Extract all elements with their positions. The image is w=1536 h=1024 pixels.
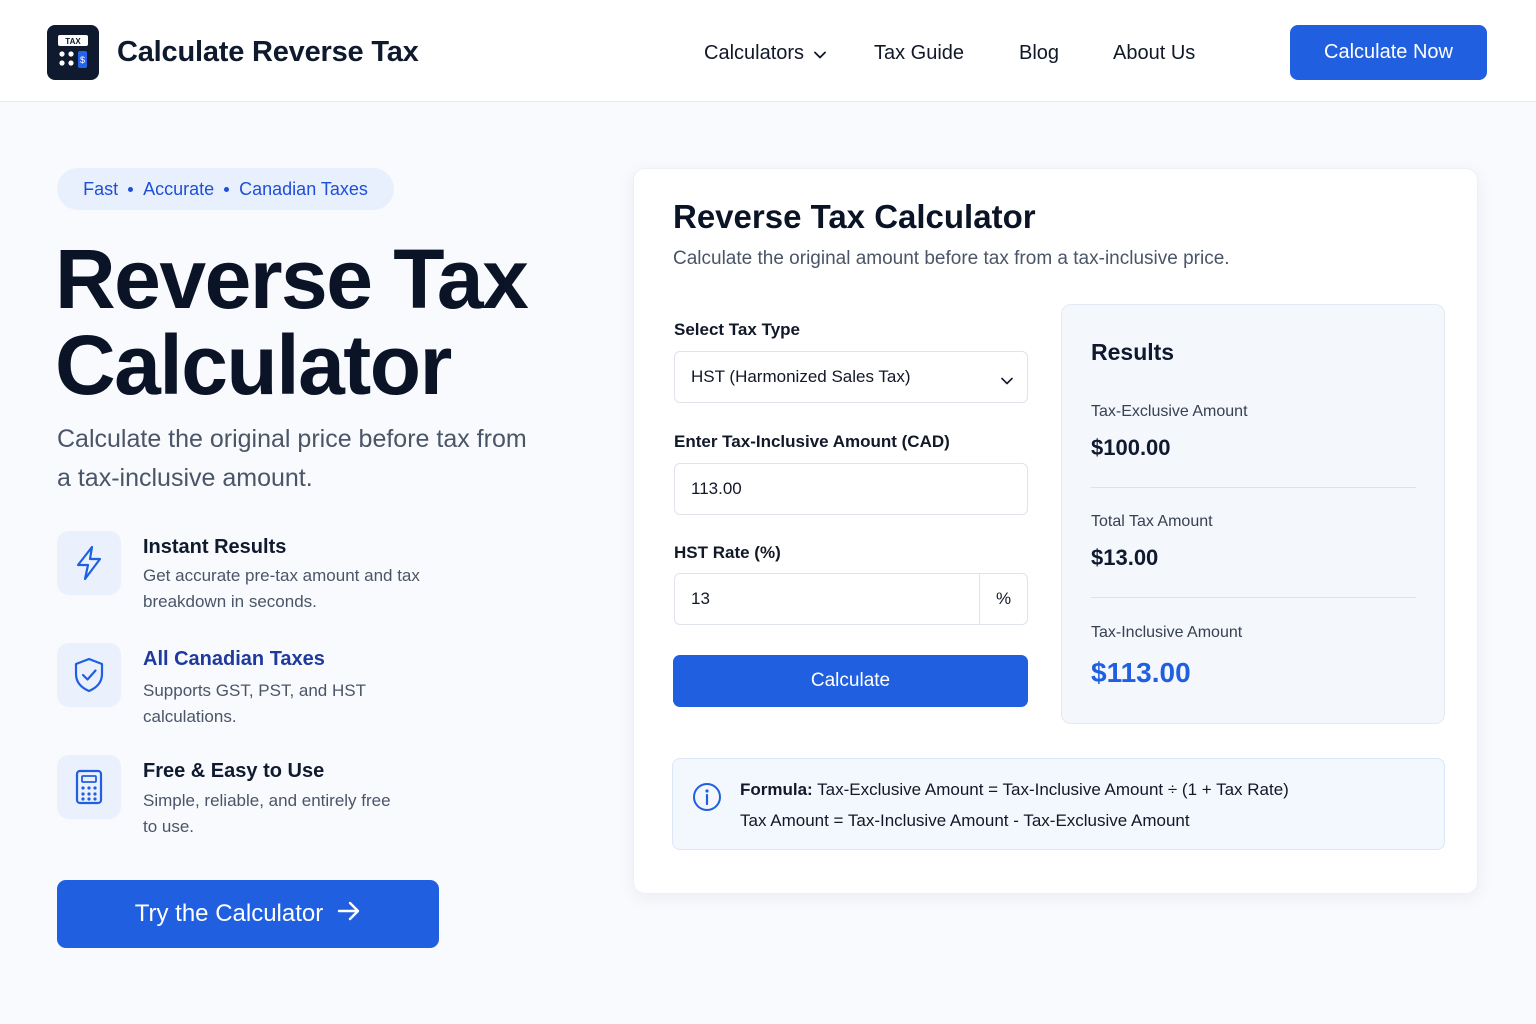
formula-line-1: Formula: Tax-Exclusive Amount = Tax-Incl… — [740, 780, 1289, 800]
inclusive-amount-label: Tax-Inclusive Amount — [1091, 624, 1243, 641]
amount-value: 113.00 — [691, 479, 742, 498]
feature-desc-line: Simple, reliable, and entirely free — [143, 791, 391, 810]
svg-text:$: $ — [80, 55, 85, 65]
rate-label: HST Rate (%) — [674, 543, 781, 562]
site-title[interactable]: Calculate Reverse Tax — [117, 36, 419, 69]
feature-desc-line: Supports GST, PST, and HST — [143, 681, 366, 700]
percent-suffix: % — [979, 574, 1027, 624]
formula-text-1: Tax-Exclusive Amount = Tax-Inclusive Amo… — [817, 780, 1289, 799]
lightning-icon — [57, 531, 121, 595]
calculate-button[interactable]: Calculate — [673, 655, 1028, 707]
hero-subtitle-line2: a tax-inclusive amount. — [57, 464, 313, 492]
calculator-subtitle: Calculate the original amount before tax… — [673, 248, 1230, 269]
amount-label: Enter Tax-Inclusive Amount (CAD) — [674, 432, 950, 451]
tax-amount-value: $13.00 — [1091, 545, 1159, 570]
nav-calculators[interactable]: Calculators — [704, 42, 826, 65]
badge-fast: Fast — [83, 178, 119, 199]
results-divider — [1091, 597, 1416, 598]
hero-subtitle-line1: Calculate the original price before tax … — [57, 425, 527, 453]
hero-title-line2: Calculator — [55, 318, 452, 412]
feature-badge: Fast Accurate Canadian Taxes — [57, 168, 394, 210]
calculator-icon — [57, 755, 121, 819]
exclusive-amount-value: $100.00 — [1091, 435, 1171, 460]
results-divider — [1091, 487, 1416, 488]
feature-desc-line: breakdown in seconds. — [143, 592, 317, 611]
feature-desc-canadian: Supports GST, PST, and HST calculations. — [143, 678, 463, 730]
rate-input[interactable]: 13 % — [674, 573, 1028, 625]
site-header: TAX $ Calculate Reverse Tax Calculators … — [0, 0, 1536, 102]
badge-dot — [128, 186, 134, 192]
shield-check-icon — [57, 643, 121, 707]
logo-tag: TAX — [65, 37, 81, 46]
feature-desc-free: Simple, reliable, and entirely free to u… — [143, 788, 463, 840]
feature-title-instant: Instant Results — [143, 536, 287, 558]
nav-about-us[interactable]: About Us — [1113, 42, 1195, 65]
badge-accurate: Accurate — [143, 178, 215, 199]
tax-type-select[interactable]: HST (Harmonized Sales Tax) — [674, 351, 1028, 403]
nav-blog[interactable]: Blog — [1019, 42, 1059, 65]
badge-dot — [224, 186, 230, 192]
try-calculator-button[interactable]: Try the Calculator — [57, 880, 439, 948]
rate-value: 13 — [691, 589, 710, 608]
tax-amount-label: Total Tax Amount — [1091, 513, 1213, 530]
results-title: Results — [1091, 339, 1175, 365]
inclusive-amount-value: $113.00 — [1091, 657, 1191, 688]
feature-title-canadian: All Canadian Taxes — [143, 648, 325, 670]
formula-box — [672, 758, 1445, 850]
feature-title-free: Free & Easy to Use — [143, 760, 325, 782]
feature-desc-line: calculations. — [143, 707, 237, 726]
chevron-down-icon — [1001, 370, 1013, 390]
amount-input[interactable]: 113.00 — [674, 463, 1028, 515]
try-calculator-label: Try the Calculator — [134, 900, 324, 927]
arrow-right-icon — [337, 900, 361, 928]
formula-prefix: Formula: — [740, 780, 813, 799]
nav-tax-guide[interactable]: Tax Guide — [874, 42, 964, 65]
calculate-now-button[interactable]: Calculate Now — [1290, 25, 1487, 80]
tax-type-value: HST (Harmonized Sales Tax) — [691, 367, 911, 386]
calculator-title: Reverse Tax Calculator — [673, 198, 1036, 235]
hero-title-line1: Reverse Tax — [55, 232, 529, 326]
calculator-logo-icon[interactable]: TAX $ — [47, 25, 99, 80]
feature-desc-instant: Get accurate pre-tax amount and tax brea… — [143, 563, 463, 615]
formula-line-2: Tax Amount = Tax-Inclusive Amount - Tax-… — [740, 811, 1190, 830]
feature-desc-line: to use. — [143, 817, 195, 836]
hero-subtitle: Calculate the original price before tax … — [57, 420, 567, 498]
feature-desc-line: Get accurate pre-tax amount and tax — [143, 566, 420, 585]
hero-title: Reverse Tax Calculator — [55, 236, 529, 408]
badge-canadian: Canadian Taxes — [239, 178, 368, 199]
chevron-down-icon — [814, 42, 826, 65]
info-icon — [692, 782, 722, 817]
nav-calculators-label: Calculators — [704, 42, 805, 64]
tax-type-label: Select Tax Type — [674, 320, 800, 339]
exclusive-amount-label: Tax-Exclusive Amount — [1091, 403, 1248, 420]
